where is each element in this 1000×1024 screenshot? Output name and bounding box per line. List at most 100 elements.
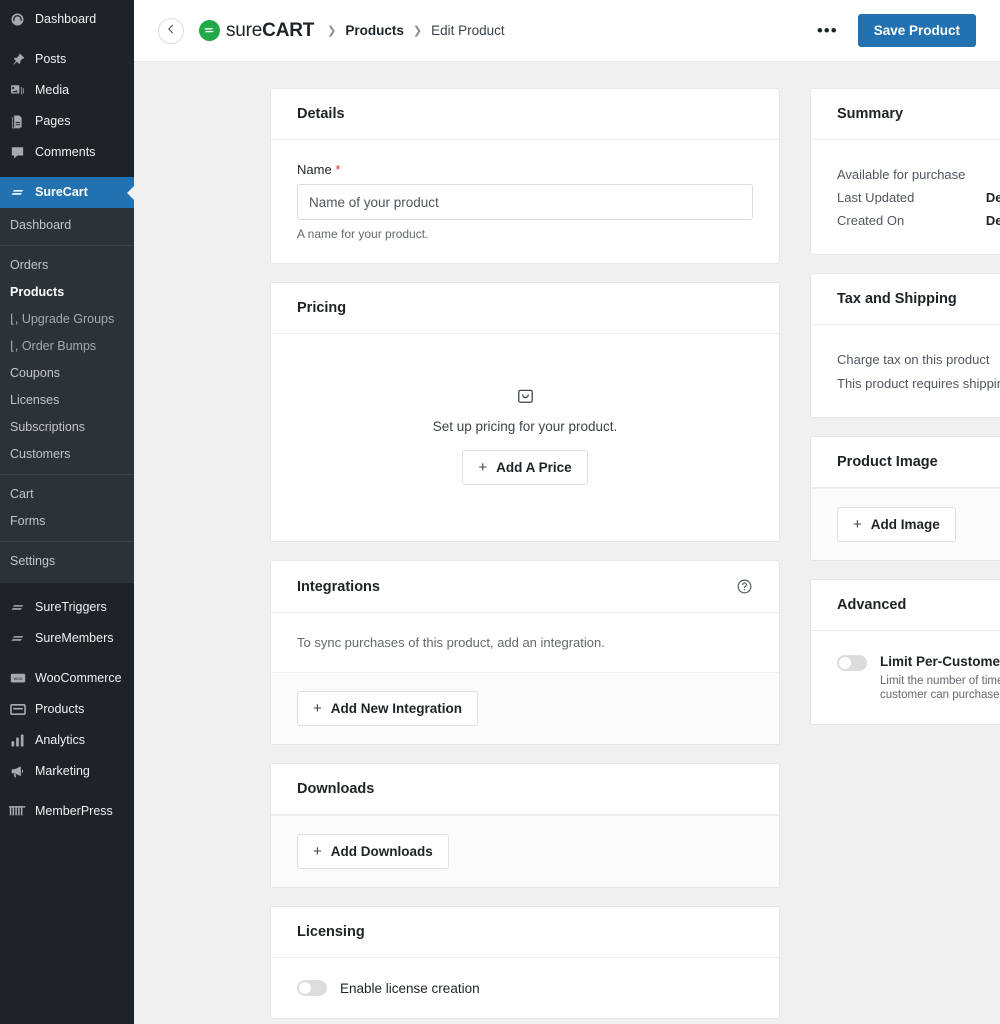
submenu-item-coupons[interactable]: Coupons xyxy=(0,360,134,387)
toggle-knob xyxy=(299,982,311,994)
product-image-title: Product Image xyxy=(837,454,938,470)
surecart-logo: sureCART xyxy=(199,20,314,42)
product-image-card: Product Image + Add Image xyxy=(810,436,1000,561)
save-product-button[interactable]: Save Product xyxy=(857,14,976,47)
add-a-price-label: Add A Price xyxy=(496,460,572,475)
submenu-divider-1 xyxy=(0,245,134,246)
details-card-body: Name * A name for your product. xyxy=(271,140,779,263)
integrations-card: Integrations To sync purchases of this p… xyxy=(270,560,780,745)
submenu-item-customers[interactable]: Customers xyxy=(0,441,134,468)
submenu-item-subscriptions[interactable]: Subscriptions xyxy=(0,414,134,441)
products-icon xyxy=(9,701,26,718)
available-for-purchase-row: Available for purchase xyxy=(837,162,1000,186)
enable-license-row: Enable license creation xyxy=(297,980,753,996)
name-help-text: A name for your product. xyxy=(297,227,429,241)
plus-icon: + xyxy=(853,516,862,533)
main-area: sureCART ❯ Products ❯ Edit Product ••• S… xyxy=(134,0,1000,1024)
submenu-item-order-bumps[interactable]: ⌊, Order Bumps xyxy=(0,333,134,360)
add-new-integration-button[interactable]: + Add New Integration xyxy=(297,691,479,726)
sidebar-label: Marketing xyxy=(35,764,90,778)
submenu-item-products[interactable]: Products xyxy=(0,279,134,306)
sidebar-item-dashboard[interactable]: Dashboard xyxy=(0,4,134,35)
dashboard-icon xyxy=(9,11,26,28)
sidebar-item-marketing[interactable]: Marketing xyxy=(0,756,134,787)
sidebar-item-pages[interactable]: Pages xyxy=(0,106,134,137)
sidebar-item-comments[interactable]: Comments xyxy=(0,137,134,168)
breadcrumb-products[interactable]: Products xyxy=(345,23,404,38)
licensing-card-body: Enable license creation xyxy=(271,958,779,1018)
suretriggers-icon xyxy=(9,599,26,616)
submenu-item-forms[interactable]: Forms xyxy=(0,508,134,535)
wp-admin-sidebar: Dashboard Posts Media Pages Comments Sur… xyxy=(0,0,134,1024)
submenu-item-licenses[interactable]: Licenses xyxy=(0,387,134,414)
name-label-text: Name xyxy=(297,162,332,177)
sidebar-item-posts[interactable]: Posts xyxy=(0,44,134,75)
summary-title: Summary xyxy=(837,106,904,122)
submenu-item-dashboard[interactable]: Dashboard xyxy=(0,212,134,239)
sidebar-item-memberpress[interactable]: MemberPress xyxy=(0,796,134,827)
sidebar-label: Comments xyxy=(35,145,96,159)
limit-per-customer-toggle[interactable] xyxy=(837,655,867,671)
licensing-title: Licensing xyxy=(297,924,365,940)
sidebar-item-media[interactable]: Media xyxy=(0,75,134,106)
submenu-item-settings[interactable]: Settings xyxy=(0,548,134,575)
created-on-label: Created On xyxy=(837,213,905,228)
add-image-button[interactable]: + Add Image xyxy=(837,507,956,542)
product-image-card-header: Product Image xyxy=(811,437,1000,488)
marketing-icon xyxy=(9,763,26,780)
more-options-button[interactable]: ••• xyxy=(811,22,844,40)
requires-shipping-row: This product requires shipping xyxy=(837,371,1000,395)
details-title: Details xyxy=(297,106,345,122)
plus-icon: + xyxy=(313,843,322,860)
sidebar-label: WooCommerce xyxy=(35,671,122,685)
plus-icon: + xyxy=(478,459,488,476)
back-button[interactable] xyxy=(158,17,184,44)
sidebar-item-suretriggers[interactable]: SureTriggers xyxy=(0,592,134,623)
summary-card-body: Available for purchase Last Updated Dece… xyxy=(811,140,1000,254)
downloads-card-footer: + Add Downloads xyxy=(271,815,779,887)
product-image-card-footer: + Add Image xyxy=(811,488,1000,560)
tax-shipping-card-body: Charge tax on this product This product … xyxy=(811,325,1000,417)
shopping-bag-icon xyxy=(297,386,753,405)
downloads-title: Downloads xyxy=(297,781,375,797)
sidebar-item-surecart[interactable]: SureCart xyxy=(0,177,134,208)
sidebar-item-woocommerce[interactable]: woo WooCommerce xyxy=(0,663,134,694)
sidebar-item-suremembers[interactable]: SureMembers xyxy=(0,623,134,654)
required-marker: * xyxy=(335,162,341,177)
primary-column: Details Name * A name for your product. … xyxy=(270,88,780,1024)
available-for-purchase-label: Available for purchase xyxy=(837,166,966,182)
woocommerce-icon: woo xyxy=(9,670,26,687)
submenu-divider-3 xyxy=(0,541,134,542)
integrations-title: Integrations xyxy=(297,578,380,595)
enable-license-toggle[interactable] xyxy=(297,980,327,996)
add-downloads-button[interactable]: + Add Downloads xyxy=(297,834,449,869)
submenu-item-cart[interactable]: Cart xyxy=(0,481,134,508)
sidebar-label: Media xyxy=(35,83,70,97)
app-topbar: sureCART ❯ Products ❯ Edit Product ••• S… xyxy=(134,0,1000,62)
sidebar-label: Pages xyxy=(35,114,71,128)
submenu-item-orders[interactable]: Orders xyxy=(0,252,134,279)
sidebar-item-products[interactable]: Products xyxy=(0,694,134,725)
integrations-card-body: To sync purchases of this product, add a… xyxy=(271,613,779,672)
plus-icon: + xyxy=(313,700,322,717)
surecart-mark-icon xyxy=(199,20,220,41)
last-updated-label: Last Updated xyxy=(837,190,915,205)
charge-tax-label: Charge tax on this product xyxy=(837,351,990,367)
pricing-card-header: Pricing xyxy=(271,283,779,334)
charge-tax-row: Charge tax on this product xyxy=(837,347,1000,371)
svg-text:woo: woo xyxy=(13,677,22,682)
product-name-input[interactable] xyxy=(297,184,753,220)
add-a-price-button[interactable]: + Add A Price xyxy=(462,450,588,485)
sidebar-item-analytics[interactable]: Analytics xyxy=(0,725,134,756)
pages-icon xyxy=(9,113,26,130)
surecart-icon xyxy=(9,184,26,201)
chevron-right-icon: ❯ xyxy=(327,25,337,37)
question-circle-icon[interactable] xyxy=(736,578,753,595)
sidebar-label: Posts xyxy=(35,52,67,66)
submenu-child-arrow-icon: ⌊, xyxy=(10,312,22,326)
submenu-item-upgrade-groups[interactable]: ⌊, Upgrade Groups xyxy=(0,306,134,333)
downloads-card: Downloads + Add Downloads xyxy=(270,763,780,888)
add-image-label: Add Image xyxy=(870,517,940,532)
admin-screen: Dashboard Posts Media Pages Comments Sur… xyxy=(0,0,1000,1024)
submenu-label: Order Bumps xyxy=(21,339,97,353)
